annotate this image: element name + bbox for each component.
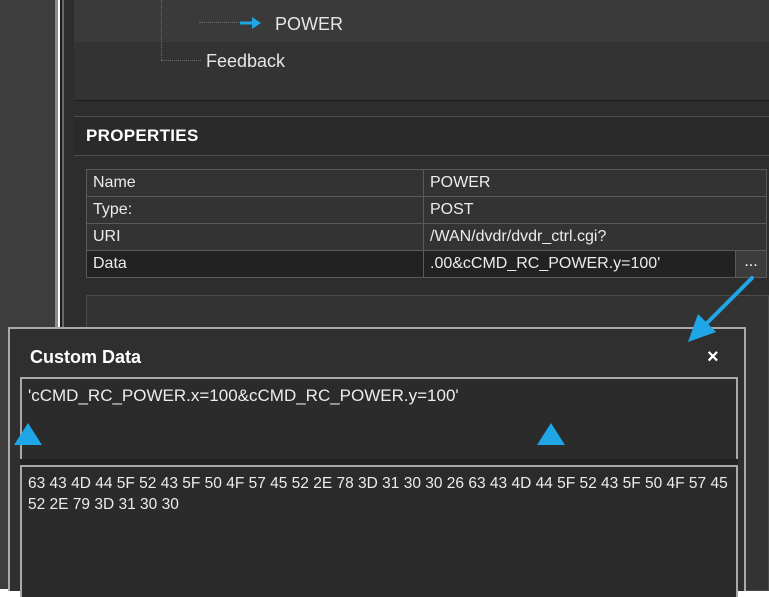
property-key: Data [86,250,424,278]
properties-title: PROPERTIES [86,126,199,145]
custom-data-dialog: Custom Data × 'cCMD_RC_POWER.x=100&cCMD_… [8,327,746,597]
property-value[interactable]: POST [423,196,767,224]
tree-view: POWER Feedback [74,0,769,101]
arrow-pointer-icon [688,276,754,342]
property-value[interactable]: /WAN/dvdr/dvdr_ctrl.cgi? [423,223,767,251]
property-key: Name [86,169,424,197]
property-row-name[interactable]: Name POWER [86,169,767,197]
property-key: URI [86,223,424,251]
tree-guide-line [199,22,239,23]
properties-grid: Name POWER Type: POST URI /WAN/dvdr/dvdr… [86,169,767,278]
property-row-data[interactable]: Data .00&cCMD_RC_POWER.y=100' ... [86,250,767,278]
triangle-up-icon [537,423,565,445]
property-value-text: .00&cCMD_RC_POWER.y=100' [430,255,661,272]
custom-data-input-text: 'cCMD_RC_POWER.x=100&cCMD_RC_POWER.y=100… [28,386,459,405]
properties-header: PROPERTIES [74,116,769,156]
property-row-uri[interactable]: URI /WAN/dvdr/dvdr_ctrl.cgi? [86,223,767,251]
tree-guide-line [161,60,201,61]
dialog-titlebar[interactable]: Custom Data × [10,329,744,375]
triangle-up-icon [14,423,42,445]
tree-node-feedback[interactable]: Feedback [206,51,285,72]
property-key: Type: [86,196,424,224]
property-value[interactable]: POWER [423,169,767,197]
property-row-type[interactable]: Type: POST [86,196,767,224]
tree-node-power[interactable]: POWER [275,14,343,35]
hex-output-text: 63 43 4D 44 5F 52 43 5F 50 4F 57 45 52 2… [28,475,728,513]
tree-row-power[interactable] [74,0,769,42]
hex-output-area[interactable]: 63 43 4D 44 5F 52 43 5F 50 4F 57 45 52 2… [20,465,738,597]
tree-guide-line [161,0,162,60]
arrow-right-icon [240,17,261,29]
dialog-title: Custom Data [30,347,142,367]
custom-data-input[interactable]: 'cCMD_RC_POWER.x=100&cCMD_RC_POWER.y=100… [20,377,738,461]
